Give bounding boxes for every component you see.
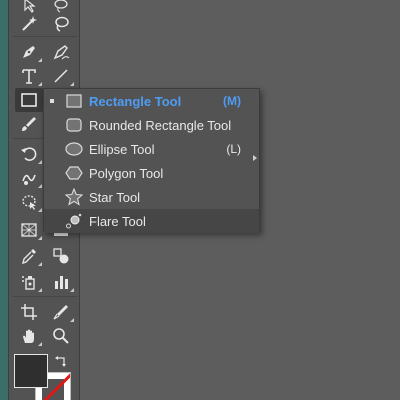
rounded-rectangle-icon bbox=[64, 115, 84, 135]
flyout-item-flare-tool[interactable]: Flare Tool bbox=[44, 209, 259, 233]
flyout-item-label: Rectangle Tool bbox=[89, 93, 182, 109]
swap-colors-icon[interactable] bbox=[51, 352, 71, 370]
fill-swatch[interactable] bbox=[14, 354, 48, 388]
flyout-item-label: Polygon Tool bbox=[89, 165, 164, 181]
flyout-item-rounded-rectangle-tool[interactable]: Rounded Rectangle Tool bbox=[44, 113, 259, 137]
flare-icon bbox=[64, 211, 84, 231]
flyout-item-ellipse-tool[interactable]: Ellipse Tool (L) bbox=[44, 137, 259, 161]
blend-icon[interactable] bbox=[47, 244, 75, 268]
flyout-item-label: Flare Tool bbox=[89, 213, 146, 229]
flyout-item-label: Ellipse Tool bbox=[89, 141, 155, 157]
curvature-icon[interactable] bbox=[47, 40, 75, 64]
lasso-icon[interactable] bbox=[47, 12, 75, 36]
star-icon bbox=[64, 187, 84, 207]
polygon-icon bbox=[64, 163, 84, 183]
rectangle-icon bbox=[64, 91, 84, 111]
flyout-item-polygon-tool[interactable]: Polygon Tool bbox=[44, 161, 259, 185]
rectangle-icon[interactable] bbox=[15, 88, 43, 112]
flyout-item-shortcut: (M) bbox=[223, 94, 241, 108]
canvas-edge bbox=[0, 0, 8, 400]
active-tool-bullet bbox=[50, 99, 54, 103]
shape-tools-flyout: Rectangle Tool (M) Rounded Rectangle Too… bbox=[43, 88, 260, 233]
zoom-icon[interactable] bbox=[47, 324, 75, 348]
paintbrush-icon[interactable] bbox=[15, 112, 43, 136]
magic-wand-icon[interactable] bbox=[15, 12, 43, 36]
flyout-item-star-tool[interactable]: Star Tool bbox=[44, 185, 259, 209]
ellipse-icon bbox=[64, 139, 84, 159]
flyout-item-shortcut: (L) bbox=[226, 142, 241, 156]
tearoff-arrow-icon[interactable] bbox=[253, 155, 257, 161]
flyout-item-label: Star Tool bbox=[89, 189, 141, 205]
flyout-item-rectangle-tool[interactable]: Rectangle Tool (M) bbox=[44, 89, 259, 113]
flyout-item-label: Rounded Rectangle Tool bbox=[89, 117, 232, 133]
artboard-icon[interactable] bbox=[15, 300, 43, 324]
